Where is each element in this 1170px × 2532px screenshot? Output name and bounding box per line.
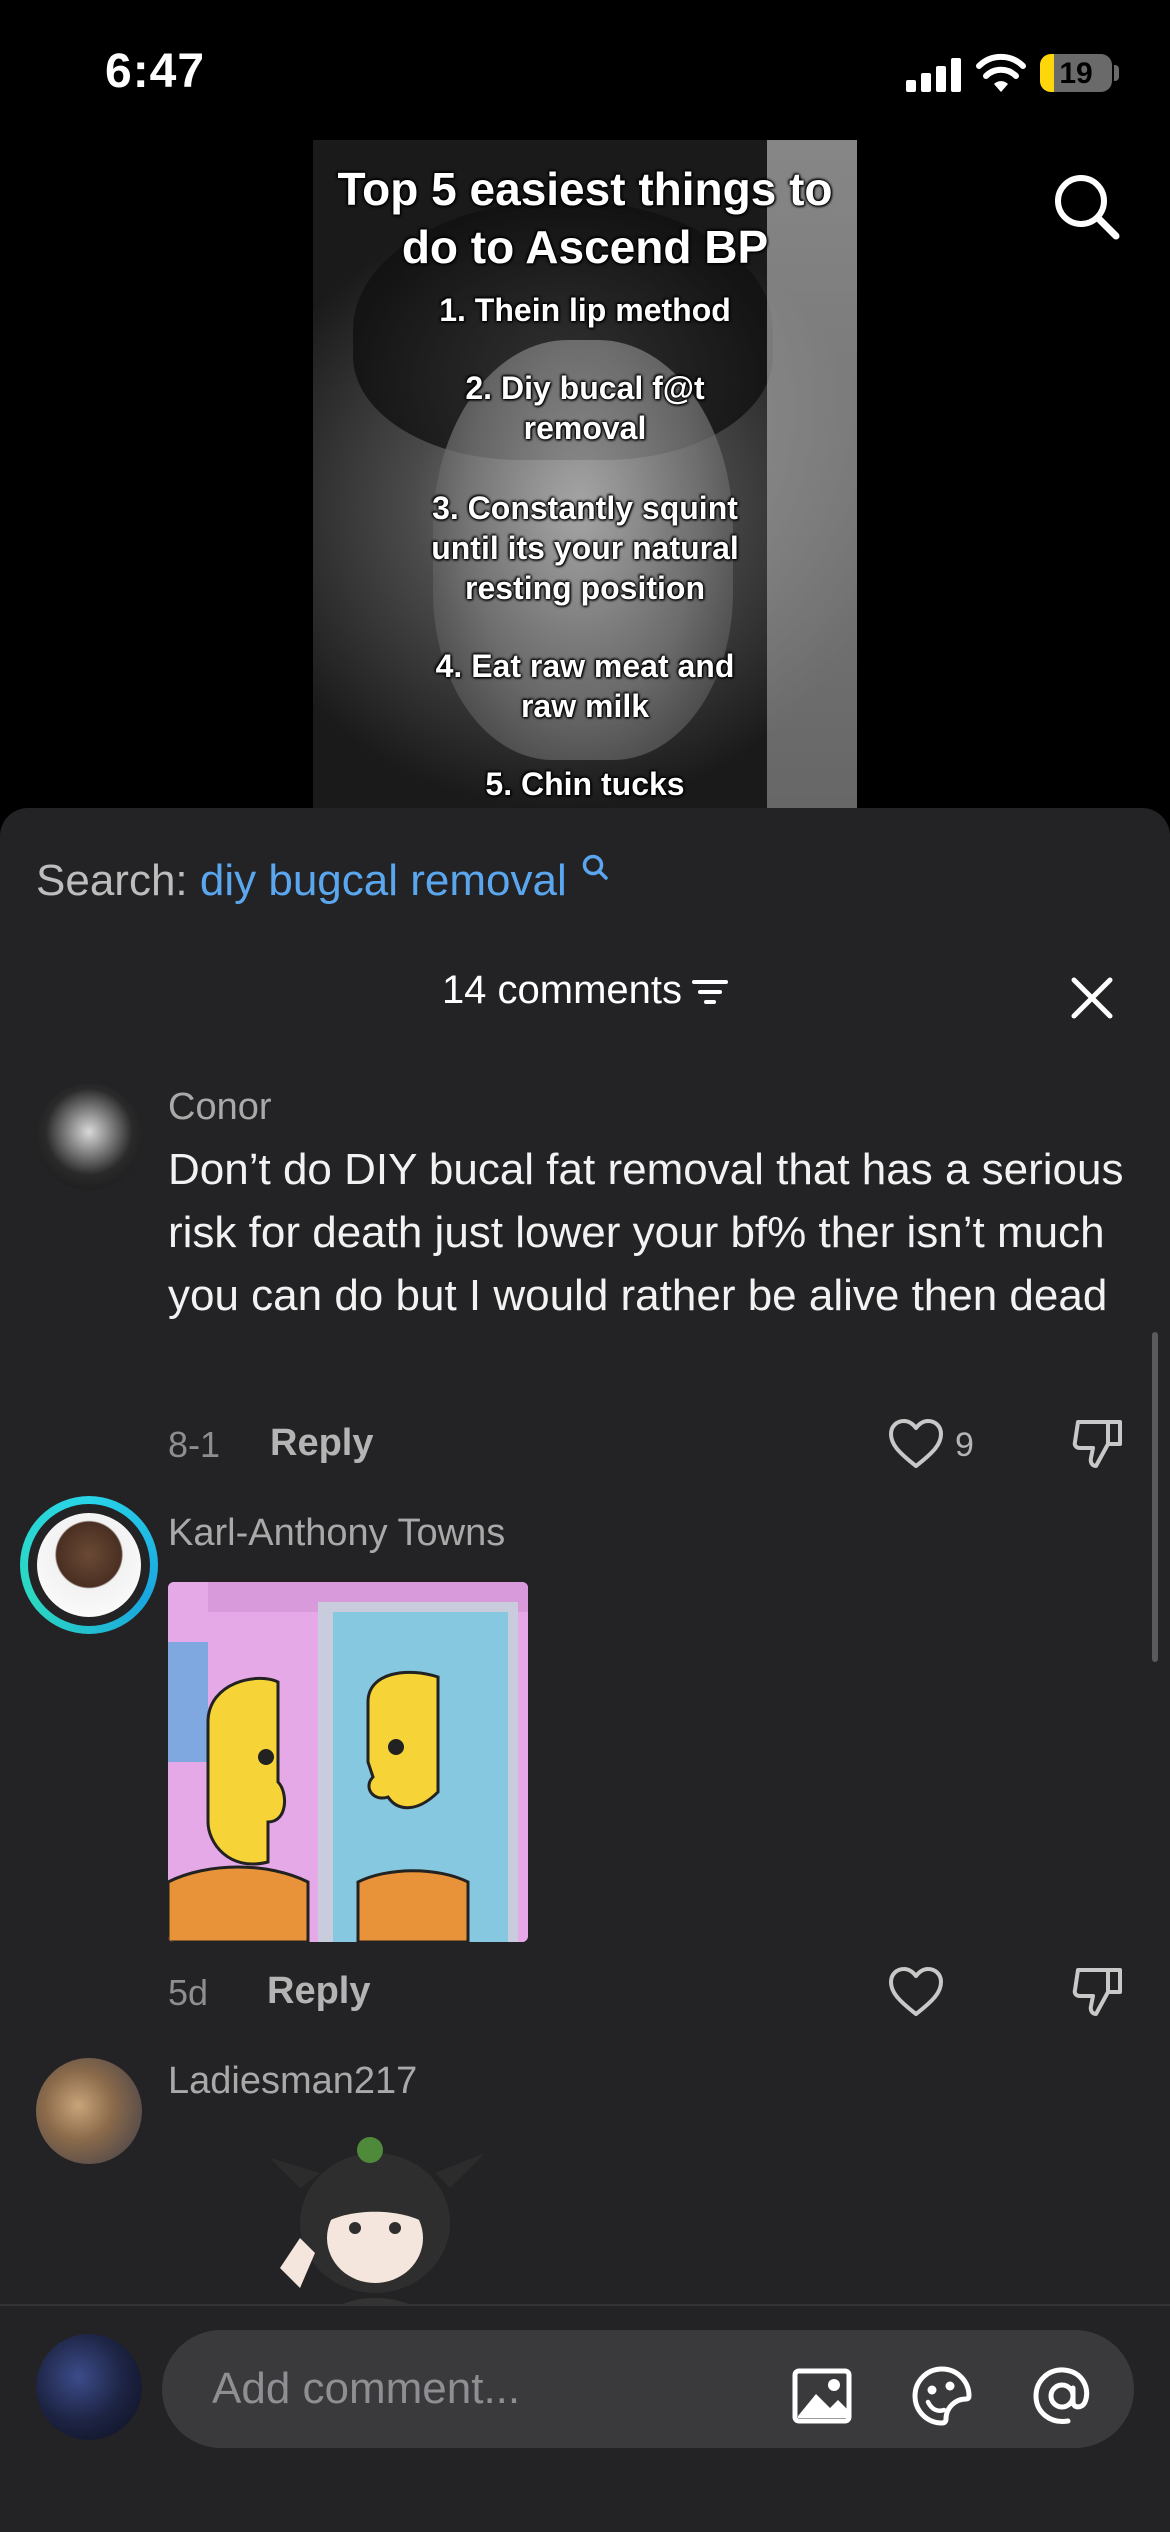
sticker-icon[interactable] bbox=[910, 2364, 974, 2428]
comments-header[interactable]: 14 comments bbox=[0, 968, 1170, 1013]
close-icon[interactable] bbox=[1068, 974, 1116, 1022]
search-suggestion-label: Search: bbox=[36, 856, 188, 905]
heart-icon[interactable] bbox=[888, 1966, 944, 2018]
video-item-1: 1. Thein lip method bbox=[439, 292, 731, 328]
scrollbar[interactable] bbox=[1152, 1332, 1158, 1662]
comment-username[interactable]: Ladiesman217 bbox=[168, 2060, 417, 2103]
comments-sheet: Search: diy bugcal removal 14 comments C… bbox=[0, 808, 1170, 2532]
story-ring[interactable] bbox=[20, 1496, 158, 1634]
mention-icon[interactable] bbox=[1030, 2364, 1094, 2428]
search-suggestion-query[interactable]: diy bugcal removal bbox=[200, 856, 567, 905]
comments-count: 14 comments bbox=[441, 968, 683, 1012]
video-title: Top 5 easiest things to do to Ascend BP bbox=[337, 163, 833, 273]
search-suggestion[interactable]: Search: diy bugcal removal bbox=[36, 854, 609, 906]
battery-icon: 19 bbox=[1040, 54, 1112, 92]
video-thumbnail[interactable]: Top 5 easiest things to do to Ascend BP … bbox=[313, 140, 857, 808]
comment-username[interactable]: Conor bbox=[168, 1086, 272, 1129]
avatar[interactable] bbox=[36, 1084, 142, 1190]
dislike-icon[interactable] bbox=[1070, 1414, 1126, 1470]
comment-gif[interactable] bbox=[168, 1582, 528, 1942]
avatar-ring-gap bbox=[28, 1504, 150, 1626]
dislike-icon[interactable] bbox=[1070, 1962, 1126, 2018]
reply-button[interactable]: Reply bbox=[270, 1422, 373, 1465]
reply-button[interactable]: Reply bbox=[267, 1970, 370, 2013]
comment-sticker[interactable] bbox=[260, 2128, 490, 2328]
comment-input-placeholder: Add comment... bbox=[212, 2364, 521, 2413]
battery-nub bbox=[1114, 65, 1119, 81]
signal-icon bbox=[906, 58, 964, 92]
video-item-2: 2. Diy bucal f@t removal bbox=[465, 370, 705, 446]
wifi-icon bbox=[976, 53, 1026, 92]
gif-image bbox=[168, 1582, 528, 1942]
avatar[interactable] bbox=[36, 2334, 142, 2440]
image-icon[interactable] bbox=[790, 2364, 854, 2428]
video-item-5: 5. Chin tucks bbox=[485, 766, 685, 802]
like-count: 9 bbox=[955, 1426, 974, 1464]
status-bar: 6:47 19 bbox=[0, 0, 1170, 140]
comment-text: Don’t do DIY bucal fat removal that has … bbox=[168, 1145, 1124, 1320]
battery-level: 19 bbox=[1059, 57, 1093, 90]
comment-date: 8-1 bbox=[168, 1424, 221, 1465]
heart-icon[interactable] bbox=[888, 1418, 944, 1470]
search-query-icon bbox=[582, 854, 608, 880]
filter-icon[interactable] bbox=[692, 977, 729, 1007]
comment-input[interactable]: Add comment... bbox=[162, 2330, 1134, 2448]
video-item-4: 4. Eat raw meat and raw milk bbox=[435, 648, 735, 724]
status-time: 6:47 bbox=[105, 45, 206, 98]
avatar[interactable] bbox=[36, 2058, 142, 2164]
comment-date: 5d bbox=[168, 1972, 209, 2013]
comment-composer: Add comment... bbox=[0, 2304, 1170, 2532]
comment-username[interactable]: Karl-Anthony Towns bbox=[168, 1512, 505, 1555]
search-icon[interactable] bbox=[1050, 170, 1122, 242]
avatar[interactable] bbox=[37, 1513, 141, 1617]
video-item-3: 3. Constantly squint until its your natu… bbox=[431, 490, 739, 606]
